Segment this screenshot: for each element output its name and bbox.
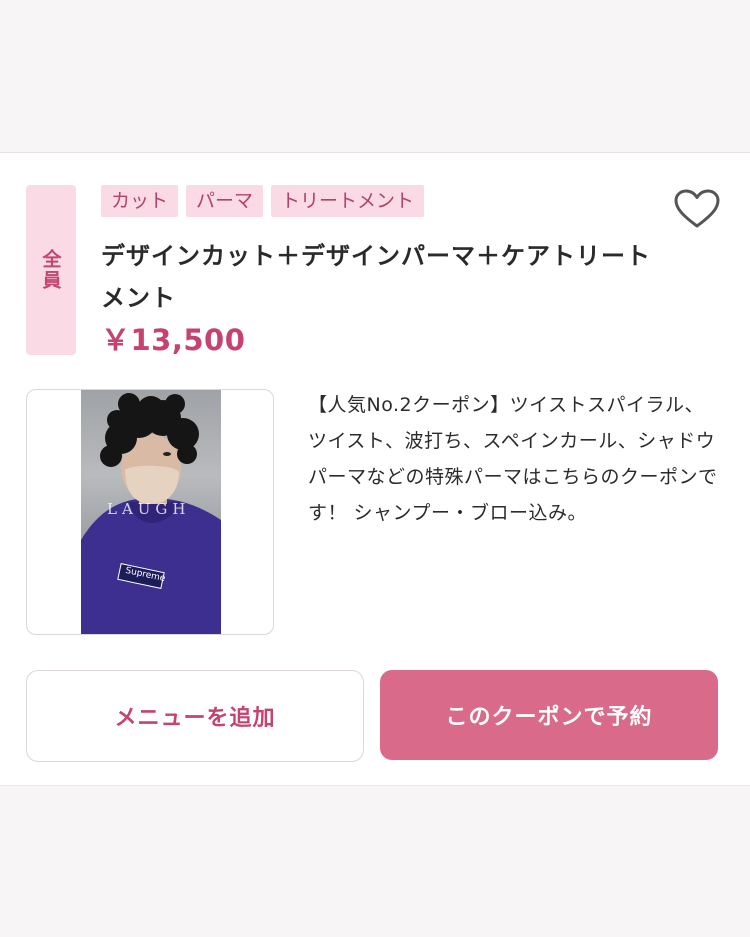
photo-watermark: LAUGH xyxy=(107,500,191,518)
add-menu-button[interactable]: メニューを追加 xyxy=(26,670,364,762)
coupon-photo[interactable]: LAUGH Supreme xyxy=(81,390,221,634)
heart-icon xyxy=(674,189,720,228)
favorite-button[interactable] xyxy=(672,187,722,231)
multiple-images-icon xyxy=(241,400,265,424)
coupon-description: 【人気No.2クーポン】ツイストスパイラル、ツイスト、波打ち、スペインカール、シ… xyxy=(308,394,718,524)
coupon-title: デザインカット＋デザインパーマ＋ケアトリートメント xyxy=(101,242,651,312)
book-coupon-button[interactable]: このクーポンで予約 xyxy=(380,670,718,760)
audience-badge: 全員 xyxy=(26,185,76,355)
coupon-price: ￥13,500 xyxy=(101,323,246,357)
tag-cut: カット xyxy=(101,185,179,217)
coupon-card: 全員 カット パーマ トリートメント デザインカット＋デザインパーマ＋ケアトリー… xyxy=(0,152,750,786)
tag-treatment: トリートメント xyxy=(271,185,425,217)
coupon-image-frame[interactable]: LAUGH Supreme xyxy=(26,389,274,635)
tag-perm: パーマ xyxy=(186,185,264,217)
tag-list: カット パーマ トリートメント xyxy=(101,185,425,217)
